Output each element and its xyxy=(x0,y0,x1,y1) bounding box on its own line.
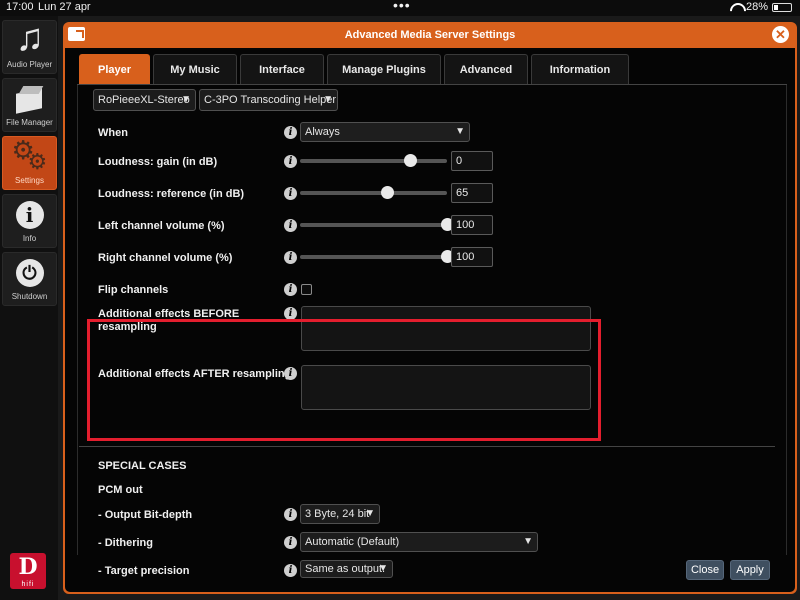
bit-depth-label: - Output Bit-depth xyxy=(98,509,193,521)
logo-letter: D xyxy=(18,554,38,580)
battery-icon xyxy=(772,2,792,12)
loudness-gain-label: Loudness: gain (in dB) xyxy=(98,156,218,168)
chevron-down-icon: ▼ xyxy=(455,126,465,137)
slider-handle[interactable] xyxy=(380,186,394,199)
close-icon[interactable]: ✕ xyxy=(772,26,789,43)
right-volume-label: Right channel volume (%) xyxy=(98,252,233,264)
info-icon[interactable]: i xyxy=(284,155,297,168)
tab-advanced[interactable]: Advanced xyxy=(444,54,528,85)
info-icon[interactable]: i xyxy=(284,126,297,139)
settings-dialog: Advanced Media Server Settings ✕ Player … xyxy=(63,22,797,594)
tab-information[interactable]: Information xyxy=(531,54,629,85)
info-icon[interactable]: i xyxy=(284,564,297,577)
chevron-down-icon: ▼ xyxy=(523,536,533,547)
loudness-gain-input[interactable]: 0 xyxy=(451,151,493,171)
loudness-gain-slider[interactable] xyxy=(300,154,447,167)
chevron-down-icon: ▼ xyxy=(323,94,333,105)
precision-select[interactable]: Same as output. ▼ xyxy=(300,560,393,578)
dhifi-logo: D hifi xyxy=(10,553,46,589)
dithering-select-value: Automatic (Default) xyxy=(305,536,400,548)
sidebar-item-label: Settings xyxy=(15,176,44,185)
status-time: 17:00 xyxy=(6,1,34,13)
loudness-reference-slider[interactable] xyxy=(300,186,447,199)
info-icon[interactable]: i xyxy=(284,283,297,296)
status-right: 28% xyxy=(730,1,792,13)
apply-button[interactable]: Apply xyxy=(730,560,770,580)
bit-depth-select[interactable]: 3 Byte, 24 bit ▼ xyxy=(300,504,380,524)
logo-text: hifi xyxy=(21,581,35,588)
tab-manage-plugins[interactable]: Manage Plugins xyxy=(327,54,441,85)
transcoder-select[interactable]: C-3PO Transcoding Helper ▼ xyxy=(199,89,338,111)
bit-depth-select-value: 3 Byte, 24 bit xyxy=(305,508,370,520)
player-select-value: RoPieeeXL-Stereo xyxy=(98,94,190,106)
chevron-down-icon: ▼ xyxy=(365,508,375,519)
sidebar-item-shutdown[interactable]: Shutdown xyxy=(2,252,57,306)
info-icon[interactable]: i xyxy=(284,251,297,264)
info-icon[interactable]: i xyxy=(284,187,297,200)
sidebar-item-file-manager[interactable]: File Manager xyxy=(2,78,57,132)
left-volume-slider[interactable] xyxy=(300,218,454,231)
sidebar-item-label: Audio Player xyxy=(6,60,53,69)
dithering-label: - Dithering xyxy=(98,537,153,549)
sidebar-item-info[interactable]: Info xyxy=(2,194,57,248)
wifi-icon xyxy=(730,3,742,12)
info-icon[interactable]: i xyxy=(284,219,297,232)
precision-label: - Target precision xyxy=(98,565,190,577)
left-volume-input[interactable]: 100 xyxy=(451,215,493,235)
left-volume-label: Left channel volume (%) xyxy=(98,220,225,232)
gear-icon xyxy=(12,137,48,175)
sidebar-item-settings[interactable]: Settings xyxy=(2,136,57,190)
app-sidebar: Audio Player File Manager Settings Info … xyxy=(0,16,58,600)
info-icon[interactable]: i xyxy=(284,536,297,549)
close-button[interactable]: Close xyxy=(686,560,724,580)
info-icon xyxy=(12,199,48,233)
status-date: Lun 27 apr xyxy=(38,1,91,13)
dialog-body: Player My Music Interface Manage Plugins… xyxy=(65,48,795,592)
flip-channels-label: Flip channels xyxy=(98,284,169,296)
tab-my-music[interactable]: My Music xyxy=(153,54,237,85)
when-select-value: Always xyxy=(305,126,340,138)
player-select[interactable]: RoPieeeXL-Stereo ▼ xyxy=(93,89,196,111)
status-bar: 17:00 Lun 27 apr ••• 28% xyxy=(0,0,800,16)
flip-channels-checkbox[interactable] xyxy=(301,284,312,295)
right-volume-slider[interactable] xyxy=(300,250,454,263)
multitask-dots[interactable]: ••• xyxy=(393,0,411,13)
box-icon xyxy=(12,83,48,117)
sidebar-item-audio-player[interactable]: Audio Player xyxy=(2,19,57,74)
pcm-out-heading: PCM out xyxy=(98,484,143,496)
highlight-annotation xyxy=(87,319,601,441)
music-note-icon xyxy=(12,19,48,59)
info-icon[interactable]: i xyxy=(284,508,297,521)
chevron-down-icon: ▼ xyxy=(181,94,191,105)
dithering-select[interactable]: Automatic (Default) ▼ xyxy=(300,532,538,552)
battery-percent: 28% xyxy=(745,1,768,13)
loudness-reference-label: Loudness: reference (in dB) xyxy=(98,188,245,200)
special-cases-heading: SPECIAL CASES xyxy=(98,460,187,472)
tab-interface[interactable]: Interface xyxy=(240,54,324,85)
right-volume-input[interactable]: 100 xyxy=(451,247,493,267)
tab-player[interactable]: Player xyxy=(79,54,150,85)
loudness-reference-input[interactable]: 65 xyxy=(451,183,493,203)
chevron-down-icon: ▼ xyxy=(378,563,388,574)
precision-select-value: Same as output. xyxy=(305,563,386,575)
sidebar-item-label: Shutdown xyxy=(11,292,48,301)
sidebar-item-label: File Manager xyxy=(6,118,53,127)
when-select[interactable]: Always ▼ xyxy=(300,122,470,142)
section-divider xyxy=(79,446,775,447)
dialog-title: Advanced Media Server Settings xyxy=(344,29,516,41)
when-label: When xyxy=(98,127,128,139)
sidebar-item-label: Info xyxy=(22,234,37,243)
power-icon xyxy=(12,257,48,291)
transcoder-select-value: C-3PO Transcoding Helper xyxy=(204,94,337,106)
